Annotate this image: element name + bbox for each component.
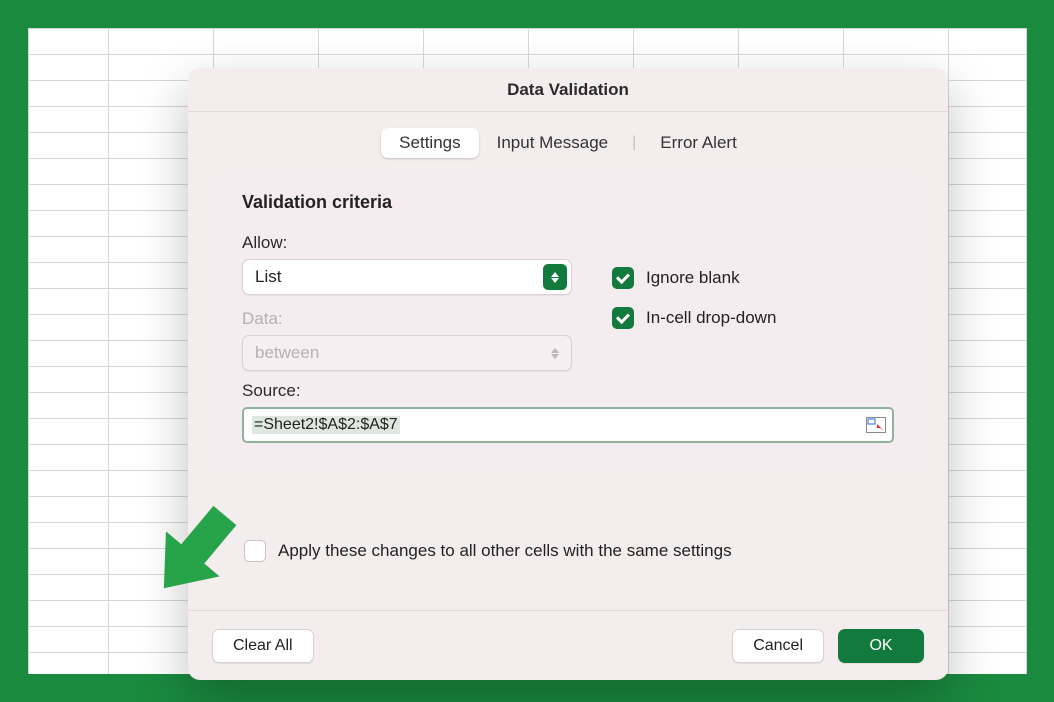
allow-value: List xyxy=(255,267,281,287)
spreadsheet-background: Data Validation Settings Input Message |… xyxy=(28,28,1026,674)
data-select: between xyxy=(242,335,572,371)
allow-select[interactable]: List xyxy=(242,259,572,295)
check-icon xyxy=(616,270,630,284)
tab-input-message[interactable]: Input Message xyxy=(479,128,627,158)
in-cell-dropdown-label: In-cell drop-down xyxy=(646,308,776,328)
updown-icon xyxy=(543,340,567,366)
allow-label: Allow: xyxy=(242,233,572,253)
data-label: Data: xyxy=(242,309,572,329)
tab-settings[interactable]: Settings xyxy=(381,128,478,158)
clear-all-button[interactable]: Clear All xyxy=(212,629,314,663)
data-validation-dialog: Data Validation Settings Input Message |… xyxy=(188,68,948,680)
updown-icon xyxy=(543,264,567,290)
dialog-title: Data Validation xyxy=(188,68,948,112)
in-cell-dropdown-checkbox[interactable] xyxy=(612,307,634,329)
source-input[interactable]: =Sheet2!$A$2:$A$7 xyxy=(242,407,894,443)
ignore-blank-checkbox[interactable] xyxy=(612,267,634,289)
dialog-footer: Clear All Cancel OK xyxy=(188,610,948,680)
settings-panel: Validation criteria Allow: List Data: be… xyxy=(214,174,922,471)
apply-all-label: Apply these changes to all other cells w… xyxy=(278,541,732,561)
cancel-button[interactable]: Cancel xyxy=(732,629,824,663)
tab-error-alert[interactable]: Error Alert xyxy=(642,128,755,158)
ok-button[interactable]: OK xyxy=(838,629,924,663)
check-icon xyxy=(616,310,630,324)
source-value: =Sheet2!$A$2:$A$7 xyxy=(252,416,400,434)
apply-all-row: Apply these changes to all other cells w… xyxy=(244,540,732,562)
validation-criteria-label: Validation criteria xyxy=(242,192,894,213)
source-label: Source: xyxy=(242,381,894,401)
dialog-tabs: Settings Input Message | Error Alert xyxy=(188,112,948,164)
callout-arrow-icon xyxy=(136,490,256,610)
ignore-blank-label: Ignore blank xyxy=(646,268,740,288)
tab-separator: | xyxy=(626,134,642,152)
range-picker-icon[interactable] xyxy=(866,417,886,433)
data-value: between xyxy=(255,343,319,363)
